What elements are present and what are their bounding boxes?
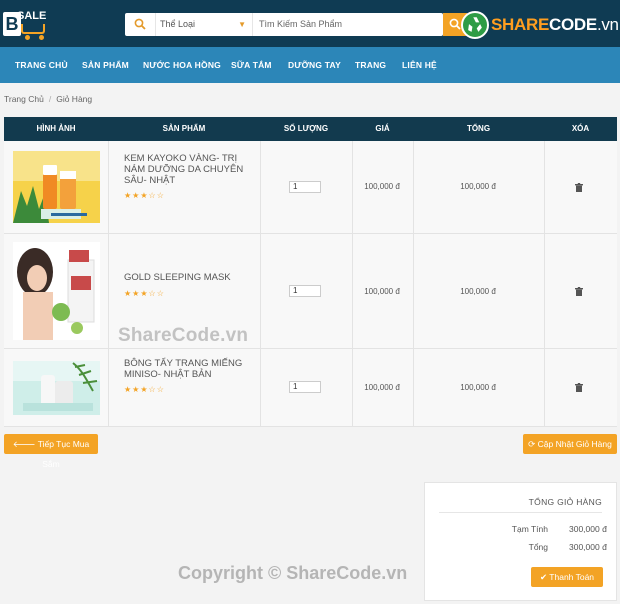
sharecode-watermark-logo: SHARECODE.vn xyxy=(461,10,619,40)
search-icon xyxy=(134,18,146,30)
nav-item-pages[interactable]: TRANG xyxy=(355,47,386,83)
column-header-total: TỔNG xyxy=(466,124,491,133)
column-header-quantity: SỐ LƯỢNG xyxy=(283,124,329,133)
cart-logo-icon xyxy=(21,24,45,34)
caret-down-icon: ▼ xyxy=(238,20,246,29)
copyright-watermark: Copyright © ShareCode.vn xyxy=(178,563,408,583)
checkout-button[interactable]: ✔ Thanh Toán xyxy=(531,567,603,587)
continue-shopping-button[interactable]: 🡐 Tiếp Tục Mua Sắm xyxy=(4,434,98,469)
column-header-image: HÌNH ẢNH xyxy=(36,124,76,133)
check-icon: ✔ xyxy=(539,572,548,582)
recycle-logo-icon xyxy=(461,11,489,39)
table-row: BÔNG TẨY TRANG MIẾNG MINISO- NHẬT BẢN ★★… xyxy=(4,349,617,427)
column-header-price: GIÁ xyxy=(375,124,390,133)
rating-stars: ★★★☆☆ xyxy=(124,385,165,394)
quantity-input[interactable]: 1 xyxy=(289,181,321,193)
breadcrumb: Trang Chủ / Giỏ Hàng xyxy=(4,94,92,104)
column-header-delete: XÓA xyxy=(571,124,590,133)
product-image[interactable] xyxy=(13,242,100,340)
product-name-link[interactable]: BÔNG TẨY TRANG MIẾNG MINISO- NHẬT BẢN xyxy=(124,358,254,380)
breadcrumb-home-link[interactable]: Trang Chủ xyxy=(4,94,44,104)
refresh-icon: ⟳ xyxy=(528,439,536,449)
arrow-left-icon: 🡐 xyxy=(12,439,36,449)
rating-stars: ★★★☆☆ xyxy=(124,289,165,298)
quantity-input[interactable]: 1 xyxy=(289,285,321,297)
subtotal-value: 300,000 đ xyxy=(569,524,607,534)
product-image[interactable] xyxy=(13,361,100,415)
unit-price: 100,000 đ xyxy=(364,383,400,392)
nav-item-contact[interactable]: LIÊN HỆ xyxy=(402,47,437,83)
line-total: 100,000 đ xyxy=(460,383,496,392)
nav-item-products[interactable]: SẢN PHẨM xyxy=(82,47,129,83)
total-value: 300,000 đ xyxy=(569,542,607,552)
unit-price: 100,000 đ xyxy=(364,287,400,296)
product-name-link[interactable]: KEM KAYOKO VÀNG- TRỊ NÁM DƯỠNG DA CHUYÊN… xyxy=(124,153,254,186)
divider xyxy=(439,512,602,513)
trash-icon[interactable] xyxy=(575,287,583,296)
quantity-input[interactable]: 1 xyxy=(289,381,321,393)
site-logo[interactable]: B SALE xyxy=(3,8,53,40)
search-icon xyxy=(449,18,461,30)
search-input[interactable]: Tìm Kiếm Sản Phẩm xyxy=(259,13,342,36)
cart-totals-title: TỔNG GIỎ HÀNG xyxy=(528,497,602,507)
subtotal-label: Tạm Tính xyxy=(511,524,548,534)
cart-wheel-icon xyxy=(39,35,44,40)
nav-item-shower-gel[interactable]: SỮA TẮM xyxy=(231,47,272,83)
line-total: 100,000 đ xyxy=(460,287,496,296)
product-name-link[interactable]: GOLD SLEEPING MASK xyxy=(124,272,254,283)
line-total: 100,000 đ xyxy=(460,182,496,191)
unit-price: 100,000 đ xyxy=(364,182,400,191)
nav-item-hand-care[interactable]: DƯỠNG TAY xyxy=(288,47,341,83)
product-image[interactable] xyxy=(13,151,100,223)
nav-item-home[interactable]: TRANG CHỦ xyxy=(15,47,68,83)
continue-shopping-label: Tiếp Tục Mua Sắm xyxy=(37,439,90,469)
trash-icon[interactable] xyxy=(575,183,583,192)
nav-item-rose-water[interactable]: NƯỚC HOA HỒNG xyxy=(143,47,221,83)
update-cart-label: Cập Nhật Giỏ Hàng xyxy=(537,439,612,449)
breadcrumb-current: Giỏ Hàng xyxy=(56,94,93,104)
table-row: GOLD SLEEPING MASK ★★★☆☆ 1 100,000 đ 100… xyxy=(4,234,617,349)
cart-totals-panel: TỔNG GIỎ HÀNG Tạm Tính 300,000 đ Tổng 30… xyxy=(424,482,617,601)
logo-text: SALE xyxy=(17,10,47,22)
watermark-text: ShareCode.vn xyxy=(118,325,249,346)
cart-wheel-icon xyxy=(25,35,30,40)
total-label: Tổng xyxy=(528,542,548,552)
sharecode-brand-text: SHARECODE.vn xyxy=(491,15,619,34)
table-row: KEM KAYOKO VÀNG- TRỊ NÁM DƯỠNG DA CHUYÊN… xyxy=(4,141,617,234)
trash-icon[interactable] xyxy=(575,383,583,392)
rating-stars: ★★★☆☆ xyxy=(124,191,165,200)
search-bar: Thể Loại ▼ Tìm Kiếm Sản Phẩm xyxy=(125,13,443,36)
table-header: HÌNH ẢNH SẢN PHẨM SỐ LƯỢNG GIÁ TỔNG XÓA xyxy=(4,117,617,141)
breadcrumb-separator: / xyxy=(48,94,52,104)
update-cart-button[interactable]: ⟳ Cập Nhật Giỏ Hàng xyxy=(523,434,617,454)
category-select[interactable]: Thể Loại ▼ xyxy=(155,13,253,36)
main-nav: TRANG CHỦ SẢN PHẨM NƯỚC HOA HỒNG SỮA TẮM… xyxy=(0,47,620,83)
checkout-label: Thanh Toán xyxy=(549,572,595,582)
top-bar: B SALE Thể Loại ▼ Tìm Kiếm Sản Phẩm SHAR… xyxy=(0,0,620,47)
category-select-value: Thể Loại xyxy=(160,19,196,29)
column-header-product: SẢN PHẨM xyxy=(162,124,206,133)
